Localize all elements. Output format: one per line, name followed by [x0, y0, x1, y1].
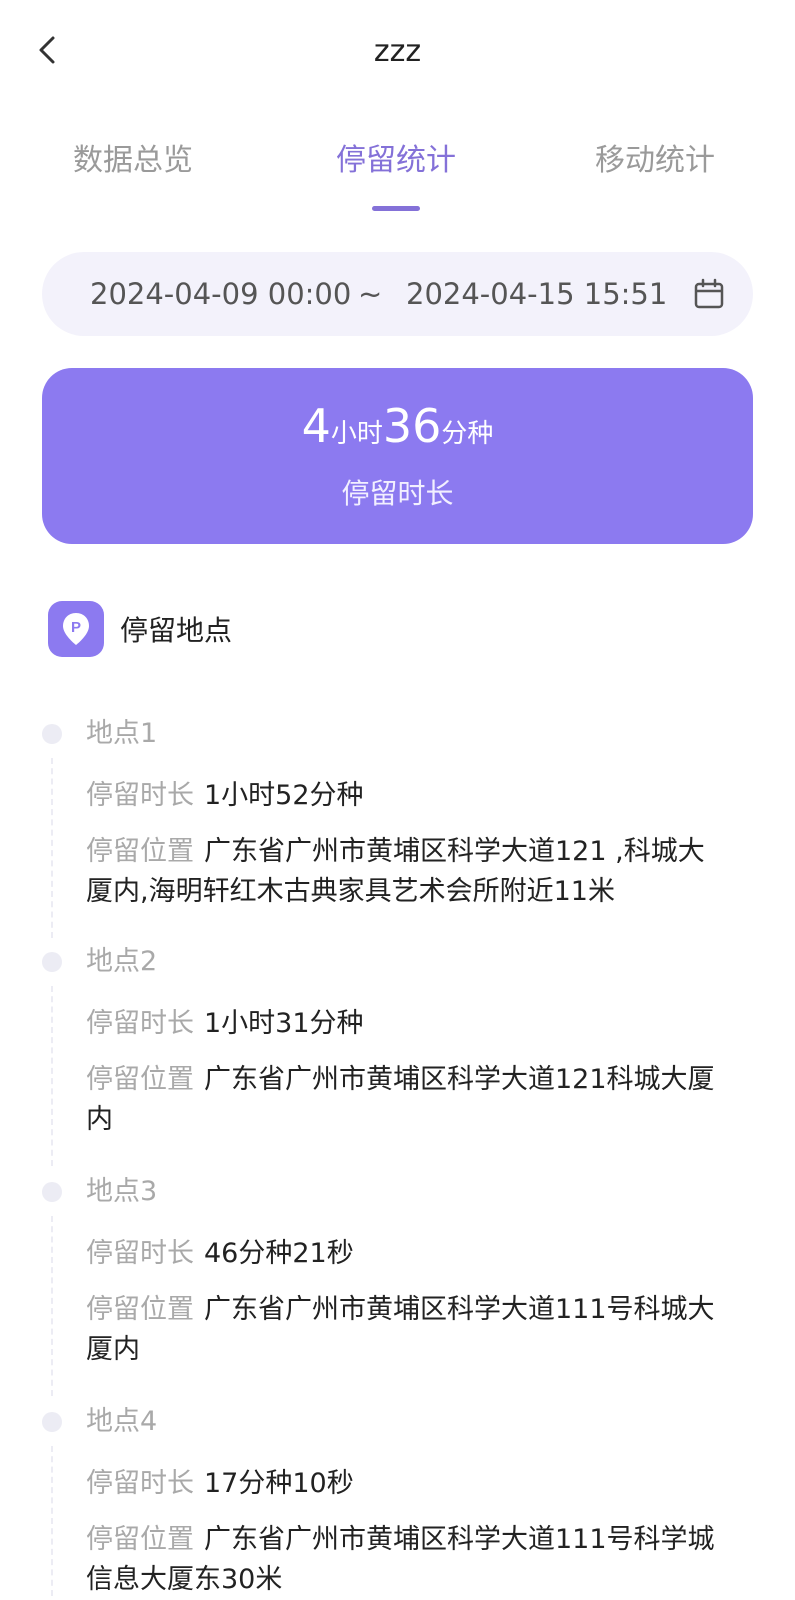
calendar-icon[interactable]: [692, 277, 726, 311]
location-label: 停留位置: [86, 1294, 194, 1325]
duration-hours-unit: 小时: [330, 419, 383, 449]
tab-bar: 数据总览 停留统计 移动统计: [0, 130, 795, 211]
date-separator: ~: [358, 277, 383, 311]
header-bar: zzz: [0, 0, 795, 104]
stay-locations-header: P 停留地点: [48, 600, 232, 658]
stop-location-row: 停留位置 广东省广州市黄埔区科学大道121 ,科城大厦内,海明轩红木古典家具艺术会…: [86, 832, 726, 912]
stop-duration-value: 1小时52分种: [204, 780, 364, 811]
timeline-dot: [42, 724, 62, 744]
stop-duration-row: 停留时长 1小时31分种: [86, 1004, 726, 1044]
timeline-dot: [42, 952, 62, 972]
stop-duration-row: 停留时长 17分种10秒: [86, 1464, 726, 1504]
stay-duration-label: 停留时长: [341, 477, 454, 510]
timeline-connector: [51, 1446, 53, 1596]
stay-duration-value: 4小时36分种: [42, 398, 753, 465]
location-label: 停留位置: [86, 1064, 194, 1095]
duration-minutes: 36: [382, 399, 442, 453]
stop-name: 地点4: [86, 1406, 158, 1437]
stop-location-row: 停留位置 广东省广州市黄埔区科学大道111号科城大厦内: [86, 1290, 726, 1370]
duration-label: 停留时长: [86, 1238, 194, 1269]
timeline-dot: [42, 1182, 62, 1202]
page-title: zzz: [373, 34, 422, 69]
date-start: 2024-04-09 00:00: [90, 277, 352, 311]
stop-name: 地点1: [86, 718, 158, 749]
duration-label: 停留时长: [86, 780, 194, 811]
stop-location-row: 停留位置 广东省广州市黄埔区科学大道111号科学城信息大厦东30米: [86, 1520, 726, 1600]
location-label: 停留位置: [86, 1524, 194, 1555]
active-tab-indicator: [372, 206, 420, 211]
parking-pin-icon: P: [48, 601, 104, 657]
section-title: 停留地点: [120, 614, 233, 647]
location-label: 停留位置: [86, 836, 194, 867]
stop-duration-value: 17分种10秒: [204, 1468, 354, 1499]
tab-data-overview[interactable]: 数据总览: [58, 130, 208, 200]
tab-stay-stats[interactable]: 停留统计: [321, 130, 471, 200]
stay-duration-card: 4小时36分种 停留时长: [42, 368, 753, 544]
stop-name: 地点3: [86, 1176, 158, 1207]
pin-letter: P: [71, 619, 81, 636]
timeline-connector: [51, 1216, 53, 1396]
stop-duration-value: 46分种21秒: [204, 1238, 354, 1269]
timeline-connector: [51, 986, 53, 1166]
stop-duration-row: 停留时长 1小时52分种: [86, 776, 726, 816]
duration-label: 停留时长: [86, 1008, 194, 1039]
stop-duration-value: 1小时31分种: [204, 1008, 364, 1039]
stop-location-row: 停留位置 广东省广州市黄埔区科学大道121科城大厦内: [86, 1060, 726, 1140]
duration-minutes-unit: 分种: [441, 419, 494, 449]
date-range-picker[interactable]: 2024-04-09 00:00 ~ 2024-04-15 15:51: [42, 252, 753, 336]
duration-label: 停留时长: [86, 1468, 194, 1499]
stop-duration-row: 停留时长 46分种21秒: [86, 1234, 726, 1274]
location-pin-icon: P: [63, 613, 89, 645]
date-end: 2024-04-15 15:51: [406, 277, 668, 311]
duration-hours: 4: [301, 399, 331, 453]
timeline-dot: [42, 1412, 62, 1432]
stop-name: 地点2: [86, 946, 158, 977]
timeline-connector: [51, 758, 53, 938]
tab-move-stats[interactable]: 移动统计: [580, 130, 730, 200]
